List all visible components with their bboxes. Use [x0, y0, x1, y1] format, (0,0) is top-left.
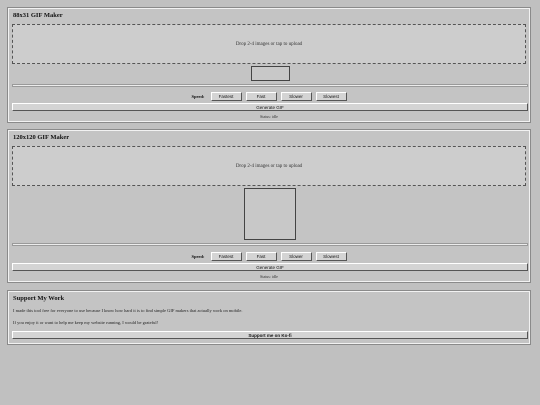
panel-title: 120x120 GIF Maker	[13, 134, 70, 141]
progress-bar	[12, 243, 528, 246]
status-text: Status: idle	[260, 114, 278, 119]
generate-gif-button[interactable]: Generate GIF	[12, 263, 528, 271]
speed-slower-button[interactable]: Slower	[280, 91, 312, 101]
kofi-support-button[interactable]: Support me on Ko-fi	[12, 331, 528, 339]
speed-selector: Speed: Fastest Fast Slower Slowest	[9, 91, 529, 101]
speed-fastest-button[interactable]: Fastest	[210, 251, 242, 261]
support-panel: Support My Work I made this tool free fo…	[7, 290, 531, 345]
support-paragraph: If you enjoy it or want to help me keep …	[13, 320, 159, 325]
speed-label: Speed:	[191, 253, 205, 259]
panel-title: Support My Work	[13, 295, 65, 302]
speed-slower-button[interactable]: Slower	[280, 251, 312, 261]
speed-fast-button[interactable]: Fast	[245, 251, 277, 261]
status-text: Status: idle	[260, 274, 278, 279]
drop-zone-text: Drop 2-4 images or tap to upload	[235, 163, 303, 169]
gif-preview-120x120	[244, 188, 296, 240]
progress-bar	[12, 84, 528, 87]
gif-maker-88x31-panel: 88x31 GIF Maker Drop 2-4 images or tap t…	[7, 7, 531, 123]
speed-fast-button[interactable]: Fast	[245, 91, 277, 101]
image-drop-zone[interactable]: Drop 2-4 images or tap to upload	[12, 146, 526, 186]
speed-slowest-button[interactable]: Slowest	[315, 251, 347, 261]
speed-label: Speed:	[191, 93, 205, 99]
speed-selector: Speed: Fastest Fast Slower Slowest	[9, 251, 529, 261]
speed-slowest-button[interactable]: Slowest	[315, 91, 347, 101]
support-paragraph: I made this tool free for everyone to us…	[13, 308, 243, 313]
speed-fastest-button[interactable]: Fastest	[210, 91, 242, 101]
panel-title: 88x31 GIF Maker	[13, 12, 63, 19]
image-drop-zone[interactable]: Drop 2-4 images or tap to upload	[12, 24, 526, 64]
gif-maker-120x120-panel: 120x120 GIF Maker Drop 2-4 images or tap…	[7, 129, 531, 283]
drop-zone-text: Drop 2-4 images or tap to upload	[235, 41, 303, 47]
generate-gif-button[interactable]: Generate GIF	[12, 103, 528, 111]
gif-preview-88x31	[251, 66, 290, 81]
